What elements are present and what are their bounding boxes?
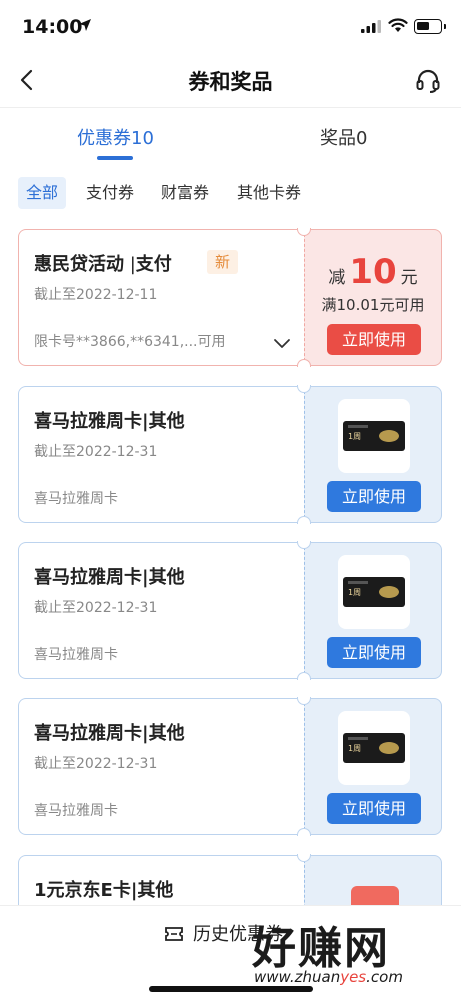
main-tabs: 优惠券10 奖品0 — [0, 110, 461, 165]
vip-card-thumbnail: 1周 — [338, 399, 410, 473]
coupon-card[interactable]: 惠民贷活动 |支付 新 截止至2022-12-11 限卡号**3866,**63… — [18, 228, 442, 367]
filter-payment[interactable]: 支付券 — [78, 177, 142, 209]
use-now-button[interactable]: 立即使用 — [327, 637, 421, 668]
new-badge: 新 — [207, 250, 239, 274]
discount-unit: 元 — [400, 268, 418, 288]
vip-card-thumbnail: 1周 — [338, 555, 410, 629]
vip-card-duration: 1周 — [348, 432, 362, 441]
cellular-signal-icon — [361, 20, 381, 33]
battery-icon — [414, 19, 446, 34]
coupon-category: 其他 — [148, 411, 185, 432]
vip-card-duration: 1周 — [348, 588, 362, 597]
discount-prefix: 减 — [328, 268, 346, 288]
coupon-action: 减 10 元 满10.01元可用 立即使用 — [304, 229, 442, 366]
tab-coupons[interactable]: 优惠券10 — [77, 124, 154, 150]
coupon-action: 1周 立即使用 — [304, 386, 442, 523]
coupon-title-separator: | — [124, 254, 136, 275]
coupon-category: 其他 — [137, 880, 174, 901]
coupon-title-text: 喜马拉雅周卡 — [34, 411, 142, 432]
discount-amount: 10 — [349, 252, 397, 292]
coupon-info: 惠民贷活动 |支付 新 截止至2022-12-11 限卡号**3866,**63… — [18, 229, 304, 366]
wifi-icon — [388, 18, 408, 32]
vip-card-duration: 1周 — [348, 744, 362, 753]
discount-value: 减 10 元 — [305, 252, 441, 292]
location-arrow-icon — [79, 19, 91, 31]
coupon-info: 喜马拉雅周卡|其他 截止至2022-12-31 喜马拉雅周卡 — [18, 698, 304, 835]
filter-wealth[interactable]: 财富券 — [153, 177, 217, 209]
nav-bar: 券和奖品 — [0, 52, 461, 108]
ticket-notch — [297, 672, 311, 680]
coupon-expiry: 截止至2022-12-31 — [34, 444, 158, 460]
tab-prizes[interactable]: 奖品0 — [320, 124, 367, 150]
coupon-note: 喜马拉雅周卡 — [34, 803, 118, 819]
coupon-card[interactable]: 喜马拉雅周卡|其他 截止至2022-12-31 喜马拉雅周卡 1周 立即使用 — [18, 385, 442, 524]
ticket-notch — [297, 516, 311, 524]
coupon-card-limit: 限卡号**3866,**6341,...可用 — [34, 334, 226, 350]
coupon-title-text: 惠民贷活动 — [34, 254, 124, 275]
filter-other-cards[interactable]: 其他卡券 — [229, 177, 309, 209]
coupon-note: 喜马拉雅周卡 — [34, 647, 118, 663]
discount-condition: 满10.01元可用 — [321, 296, 425, 314]
coupon-title: 喜马拉雅周卡|其他 — [34, 563, 185, 589]
coupon-title-text: 喜马拉雅周卡 — [34, 723, 142, 744]
coupon-title-text: 1元京东E卡 — [34, 880, 131, 901]
coupon-category: 其他 — [148, 723, 185, 744]
active-tab-indicator — [97, 156, 133, 160]
status-time: 14:00 — [22, 16, 83, 38]
ticket-notch — [297, 828, 311, 836]
coupon-expiry: 截止至2022-12-31 — [34, 756, 158, 772]
use-now-button[interactable]: 立即使用 — [327, 324, 421, 355]
filter-chips: 全部 支付券 财富券 其他卡券 — [0, 175, 461, 211]
coupon-title-separator: | — [142, 723, 149, 744]
coupon-title-separator: | — [142, 411, 149, 432]
coupon-info: 喜马拉雅周卡|其他 截止至2022-12-31 喜马拉雅周卡 — [18, 386, 304, 523]
coupon-title: 惠民贷活动 |支付 — [34, 250, 172, 276]
coupon-title: 喜马拉雅周卡|其他 — [34, 719, 185, 745]
coupon-expiry: 截止至2022-12-31 — [34, 600, 158, 616]
use-now-button[interactable]: 立即使用 — [327, 481, 421, 512]
coupon-category: 其他 — [148, 567, 185, 588]
coupon-title: 喜马拉雅周卡|其他 — [34, 407, 185, 433]
coupon-title-separator: | — [142, 567, 149, 588]
use-now-button[interactable]: 立即使用 — [327, 793, 421, 824]
coupon-category: 支付 — [135, 254, 172, 275]
coupon-note: 喜马拉雅周卡 — [34, 491, 118, 507]
filter-all[interactable]: 全部 — [18, 177, 67, 209]
coupon-card[interactable]: 喜马拉雅周卡|其他 截止至2022-12-31 喜马拉雅周卡 1周 立即使用 — [18, 697, 442, 836]
ticket-history-icon[interactable] — [164, 924, 184, 944]
status-bar: 14:00 — [0, 0, 461, 52]
chevron-down-icon[interactable] — [273, 337, 291, 349]
page-title: 券和奖品 — [188, 70, 273, 94]
coupon-info: 喜马拉雅周卡|其他 截止至2022-12-31 喜马拉雅周卡 — [18, 542, 304, 679]
coupon-expiry: 截止至2022-12-11 — [34, 287, 158, 303]
coupon-title: 1元京东E卡|其他 — [34, 876, 173, 902]
headset-service-icon[interactable] — [415, 68, 441, 94]
watermark-logo-text: 好赚网 — [252, 923, 390, 974]
vip-card-thumbnail: 1周 — [338, 711, 410, 785]
coupon-action: 1周 立即使用 — [304, 698, 442, 835]
site-watermark: 好赚网 www.zhuanyes.com — [248, 912, 448, 992]
coupon-action: 1周 立即使用 — [304, 542, 442, 679]
ticket-notch — [297, 359, 311, 367]
watermark-url: www.zhuanyes.com — [254, 968, 403, 986]
coupon-card[interactable]: 喜马拉雅周卡|其他 截止至2022-12-31 喜马拉雅周卡 1周 立即使用 — [18, 541, 442, 680]
coupon-title-text: 喜马拉雅周卡 — [34, 567, 142, 588]
